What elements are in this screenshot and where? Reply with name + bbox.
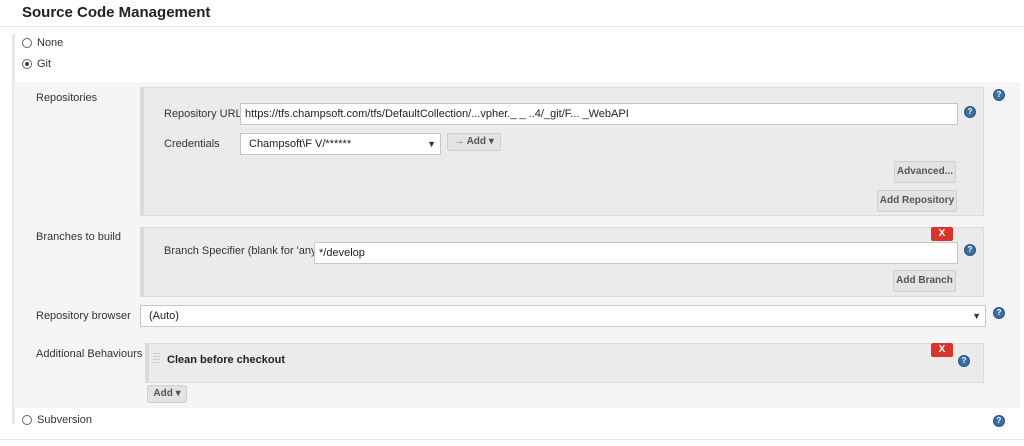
repository-browser-value: (Auto) [149,310,179,322]
add-behaviour-button[interactable]: Add ▾ [147,385,187,403]
clean-before-checkout-label: Clean before checkout [167,354,285,366]
radio-git-label: Git [37,58,52,70]
repository-browser-label: Repository browser [36,310,131,322]
repositories-label: Repositories [36,92,98,104]
radio-none[interactable] [22,38,32,48]
repository-browser-select[interactable]: (Auto) ▼ [140,305,986,327]
delete-behaviour-button[interactable]: X [931,343,953,357]
caret-down-icon: ▾ [175,388,181,399]
repository-url-input[interactable]: https://tfs.champsoft.com/tfs/DefaultCol… [240,103,958,125]
add-branch-button[interactable]: Add Branch [893,270,956,292]
radio-subversion-label: Subversion [37,414,93,426]
credentials-add-button[interactable]: → Add ▾ [447,133,501,151]
subversion-help-icon[interactable]: ? [993,415,1005,427]
additional-behaviours-label: Additional Behaviours [36,348,143,360]
repository-url-help-icon[interactable]: ? [964,106,976,118]
radio-subversion[interactable] [22,415,32,425]
repository-browser-help-icon[interactable]: ? [993,307,1005,319]
radio-git[interactable] [22,59,32,69]
radio-none-label: None [37,37,64,49]
credentials-label: Credentials [164,138,220,150]
chevron-down-icon: ▼ [972,311,981,321]
divider [0,26,1024,27]
repositories-help-icon[interactable]: ? [993,89,1005,101]
drag-handle-icon[interactable] [153,353,160,365]
advanced-button[interactable]: Advanced... [894,161,956,183]
branch-specifier-input[interactable]: */develop [314,242,958,264]
delete-branch-button[interactable]: X [931,227,953,241]
repository-url-label: Repository URL [164,108,242,120]
credentials-select[interactable]: Champsoft\F V/****** ▼ [240,133,441,155]
add-repository-button[interactable]: Add Repository [877,190,957,212]
key-icon: → [454,136,465,147]
section-title: Source Code Management [22,4,211,21]
add-behaviour-label: Add [153,388,173,399]
credentials-value: Champsoft\F V/****** [249,138,352,150]
chevron-down-icon: ▼ [427,139,436,149]
branch-specifier-help-icon[interactable]: ? [964,244,976,256]
credentials-add-label: Add [466,136,487,147]
caret-down-icon: ▾ [488,136,494,147]
branch-specifier-label: Branch Specifier (blank for 'any') [164,245,323,257]
branches-label: Branches to build [36,231,121,243]
behaviour-help-icon[interactable]: ? [958,355,970,367]
divider [0,439,1024,440]
